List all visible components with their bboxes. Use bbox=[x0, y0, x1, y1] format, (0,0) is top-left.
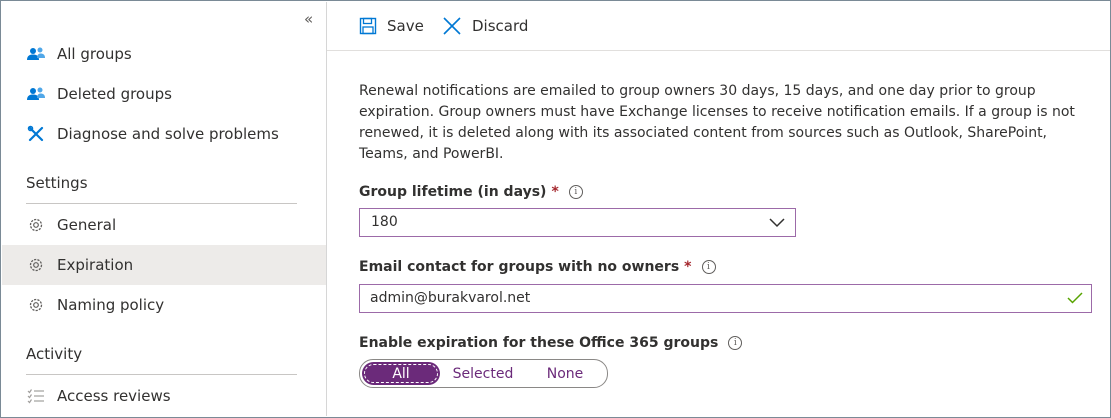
sidebar-item-general[interactable]: General bbox=[2, 205, 326, 245]
command-bar: Save Discard bbox=[327, 2, 1110, 51]
sidebar-item-label: Diagnose and solve problems bbox=[57, 125, 279, 143]
save-button[interactable]: Save bbox=[359, 14, 424, 38]
info-icon[interactable]: i bbox=[728, 336, 743, 350]
list-icon bbox=[25, 386, 47, 406]
wrench-icon bbox=[25, 124, 47, 144]
sidebar-item-label: Naming policy bbox=[57, 296, 165, 314]
sidebar-item-access-reviews[interactable]: Access reviews bbox=[2, 376, 326, 416]
email-contact-field[interactable] bbox=[359, 284, 1092, 313]
sidebar-item-diagnose[interactable]: Diagnose and solve problems bbox=[2, 114, 326, 154]
sidebar-item-deleted-groups[interactable]: Deleted groups bbox=[2, 74, 326, 114]
enable-expiration-label: Enable expiration for these Office 365 g… bbox=[359, 335, 743, 351]
sidebar-item-label: Expiration bbox=[57, 256, 134, 274]
option-all[interactable]: All bbox=[362, 362, 440, 385]
discard-label: Discard bbox=[472, 17, 529, 35]
section-divider bbox=[26, 203, 297, 204]
required-marker: * bbox=[684, 259, 692, 275]
enable-expiration-label-text: Enable expiration for these Office 365 g… bbox=[359, 335, 719, 351]
gear-icon bbox=[25, 295, 47, 315]
sidebar-item-label: General bbox=[57, 216, 117, 234]
option-selected[interactable]: Selected bbox=[444, 362, 522, 385]
close-icon bbox=[443, 17, 461, 35]
group-lifetime-label-text: Group lifetime (in days) bbox=[359, 184, 547, 200]
collapse-sidebar-button[interactable]: « bbox=[304, 10, 313, 28]
activity-section-title: Activity bbox=[26, 345, 83, 363]
save-label: Save bbox=[387, 17, 424, 35]
group-lifetime-value: 180 bbox=[371, 214, 398, 230]
info-icon[interactable]: i bbox=[701, 260, 716, 274]
gear-icon bbox=[25, 255, 47, 275]
groups-icon bbox=[25, 84, 47, 104]
save-icon bbox=[359, 17, 377, 35]
sidebar-item-expiration[interactable]: Expiration bbox=[2, 245, 326, 285]
gear-icon bbox=[25, 215, 47, 235]
info-icon[interactable]: i bbox=[568, 185, 583, 199]
email-contact-label-text: Email contact for groups with no owners bbox=[359, 259, 680, 275]
sidebar: « All groups Deleted groups Diagnose and… bbox=[2, 2, 327, 416]
chevron-down-icon bbox=[769, 218, 785, 228]
app-frame: « All groups Deleted groups Diagnose and… bbox=[0, 0, 1111, 418]
group-lifetime-label: Group lifetime (in days) * i bbox=[359, 184, 583, 200]
required-marker: * bbox=[551, 184, 559, 200]
section-divider bbox=[26, 374, 297, 375]
sidebar-item-label: Access reviews bbox=[57, 387, 171, 405]
settings-section-title: Settings bbox=[26, 174, 88, 192]
email-contact-label: Email contact for groups with no owners … bbox=[359, 259, 716, 275]
group-lifetime-dropdown[interactable]: 180 bbox=[359, 208, 796, 237]
sidebar-item-all-groups[interactable]: All groups bbox=[2, 34, 326, 74]
discard-button[interactable]: Discard bbox=[442, 14, 528, 38]
option-none[interactable]: None bbox=[526, 362, 604, 385]
email-contact-input[interactable] bbox=[370, 289, 1050, 307]
sidebar-item-label: Deleted groups bbox=[57, 85, 172, 103]
groups-icon bbox=[25, 44, 47, 64]
sidebar-item-naming-policy[interactable]: Naming policy bbox=[2, 285, 326, 325]
enable-expiration-toggle: All Selected None bbox=[359, 359, 608, 388]
checkmark-icon bbox=[1067, 292, 1083, 304]
sidebar-item-label: All groups bbox=[57, 45, 132, 63]
expiration-description: Renewal notifications are emailed to gro… bbox=[359, 83, 1075, 162]
